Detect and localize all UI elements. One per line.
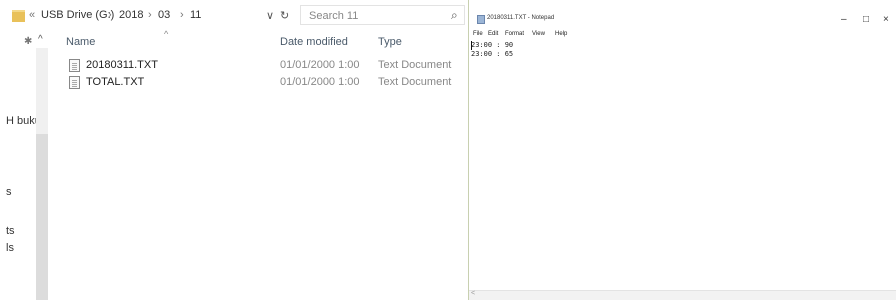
- nav-item[interactable]: s: [6, 186, 12, 198]
- search-input[interactable]: Search 11 ⌕: [300, 5, 465, 25]
- notepad-icon: [477, 15, 485, 24]
- file-row[interactable]: TOTAL.TXT 01/01/2000 1:00 Text Document: [58, 75, 458, 93]
- notepad-text-area[interactable]: 23:00 : 90 23:00 : 65: [471, 41, 513, 59]
- collapse-icon[interactable]: ^: [38, 34, 43, 45]
- maximize-button[interactable]: □: [863, 14, 869, 25]
- scroll-left-icon[interactable]: <: [471, 290, 475, 297]
- column-header-type[interactable]: Type: [378, 36, 402, 48]
- nav-item[interactable]: ts: [6, 225, 15, 237]
- file-date-modified: 01/01/2000 1:00: [280, 76, 360, 88]
- breadcrumb-separator[interactable]: ›: [148, 9, 152, 21]
- breadcrumb-drive[interactable]: USB Drive (G:): [41, 9, 114, 21]
- nav-item[interactable]: ls: [6, 242, 14, 254]
- notepad-titlebar[interactable]: 20180311.TXT - Notepad – □ ×: [469, 0, 896, 28]
- menu-format[interactable]: Format: [505, 31, 524, 37]
- breadcrumb-year[interactable]: 2018: [119, 9, 143, 21]
- file-date-modified: 01/01/2000 1:00: [280, 59, 360, 71]
- address-bar[interactable]: « USB Drive (G:) › 2018 › 03 › 11 ∨ ↻ Se…: [0, 0, 468, 32]
- file-name: 20180311.TXT: [86, 59, 158, 71]
- refresh-icon[interactable]: ↻: [280, 9, 289, 22]
- folder-icon: [12, 10, 25, 22]
- address-dropdown-icon[interactable]: ∨: [266, 9, 274, 22]
- minimize-button[interactable]: –: [841, 14, 847, 25]
- menu-edit[interactable]: Edit: [488, 31, 498, 37]
- nav-pane-scrollbar[interactable]: [36, 48, 48, 300]
- window-title: 20180311.TXT - Notepad: [487, 15, 555, 21]
- search-icon[interactable]: ⌕: [451, 8, 458, 23]
- file-type: Text Document: [378, 59, 452, 71]
- text-cursor: [471, 41, 472, 50]
- menu-help[interactable]: Help: [555, 31, 567, 37]
- text-file-icon: [69, 59, 80, 72]
- file-name: TOTAL.TXT: [86, 76, 145, 88]
- breadcrumb-separator[interactable]: ›: [108, 9, 112, 21]
- scrollbar-thumb[interactable]: [36, 48, 48, 134]
- close-button[interactable]: ×: [883, 14, 889, 25]
- file-type: Text Document: [378, 76, 452, 88]
- notepad-window: 20180311.TXT - Notepad – □ × File Edit F…: [468, 0, 896, 300]
- menu-view[interactable]: View: [532, 31, 545, 37]
- column-header-date[interactable]: Date modified: [280, 36, 348, 48]
- breadcrumb-day[interactable]: 11: [190, 9, 201, 21]
- file-explorer-window: « USB Drive (G:) › 2018 › 03 › 11 ∨ ↻ Se…: [0, 0, 468, 300]
- sort-icon: ^: [164, 29, 169, 39]
- breadcrumb-separator[interactable]: ›: [180, 9, 184, 21]
- pin-icon[interactable]: ✱: [24, 36, 32, 47]
- menu-file[interactable]: File: [473, 31, 483, 37]
- breadcrumb-overflow[interactable]: «: [29, 9, 35, 21]
- search-placeholder: Search 11: [309, 10, 359, 22]
- breadcrumb-month[interactable]: 03: [158, 9, 170, 21]
- file-row[interactable]: 20180311.TXT 01/01/2000 1:00 Text Docume…: [58, 58, 458, 76]
- column-header-name[interactable]: Name: [66, 36, 95, 48]
- horizontal-scrollbar[interactable]: <: [469, 290, 896, 300]
- text-file-icon: [69, 76, 80, 89]
